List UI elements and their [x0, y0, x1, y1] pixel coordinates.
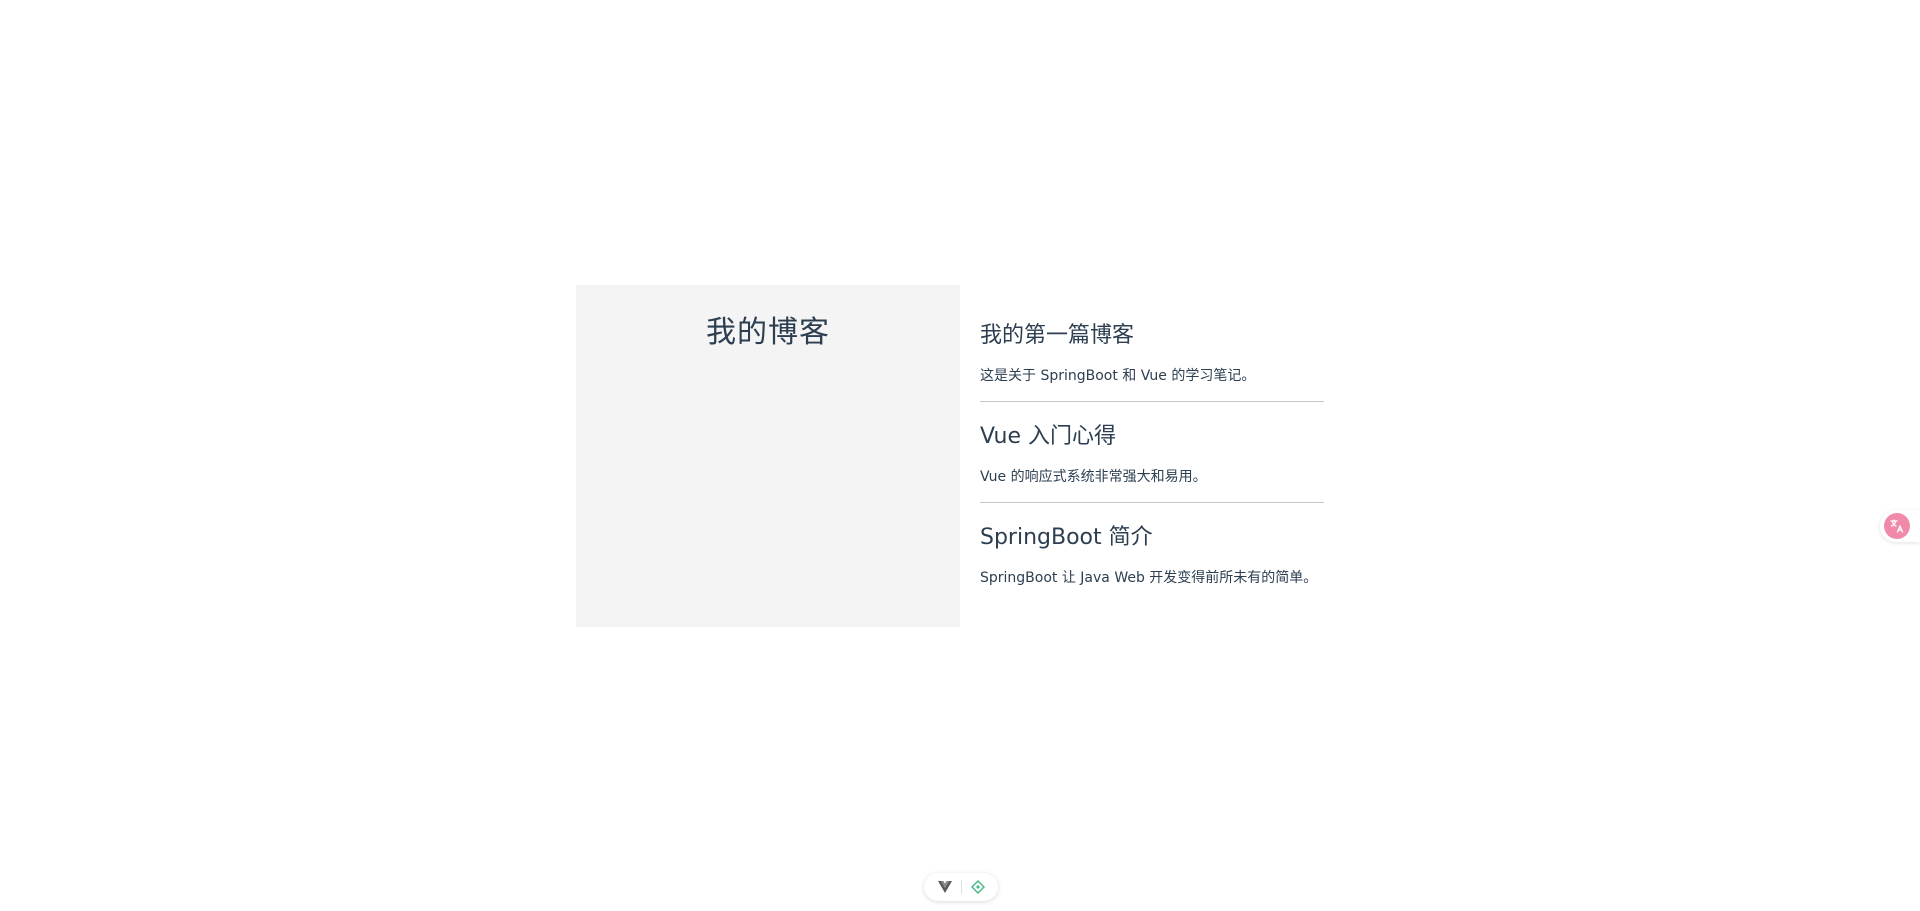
post-title[interactable]: Vue 入门心得 — [980, 424, 1324, 450]
post-item[interactable]: 我的第一篇博客 这是关于 SpringBoot 和 Vue 的学习笔记。 — [980, 323, 1324, 402]
post-item[interactable]: Vue 入门心得 Vue 的响应式系统非常强大和易用。 — [980, 424, 1324, 503]
post-title[interactable]: SpringBoot 简介 — [980, 525, 1324, 551]
post-item[interactable]: SpringBoot 简介 SpringBoot 让 Java Web 开发变得… — [980, 525, 1324, 603]
translate-glyph-icon — [1890, 519, 1904, 533]
blog-title: 我的博客 — [706, 315, 830, 350]
sidebar: 我的博客 — [576, 285, 960, 627]
divider — [960, 880, 962, 894]
translate-widget[interactable] — [1880, 510, 1920, 542]
post-summary: Vue 的响应式系统非常强大和易用。 — [980, 469, 1207, 485]
vue-logo-icon[interactable] — [937, 879, 953, 895]
page: 我的博客 我的第一篇博客 这是关于 SpringBoot 和 Vue 的学习笔记… — [0, 0, 1920, 911]
blog-app: 我的博客 我的第一篇博客 这是关于 SpringBoot 和 Vue 的学习笔记… — [576, 285, 1328, 627]
vue-devtools-bar — [924, 873, 998, 901]
post-list: 我的第一篇博客 这是关于 SpringBoot 和 Vue 的学习笔记。 Vue… — [980, 285, 1324, 627]
post-summary: SpringBoot 让 Java Web 开发变得前所未有的简单。 — [980, 570, 1318, 586]
inspect-icon[interactable] — [970, 879, 986, 895]
post-summary: 这是关于 SpringBoot 和 Vue 的学习笔记。 — [980, 368, 1256, 384]
translate-icon[interactable] — [1884, 513, 1910, 539]
post-title[interactable]: 我的第一篇博客 — [980, 323, 1324, 349]
